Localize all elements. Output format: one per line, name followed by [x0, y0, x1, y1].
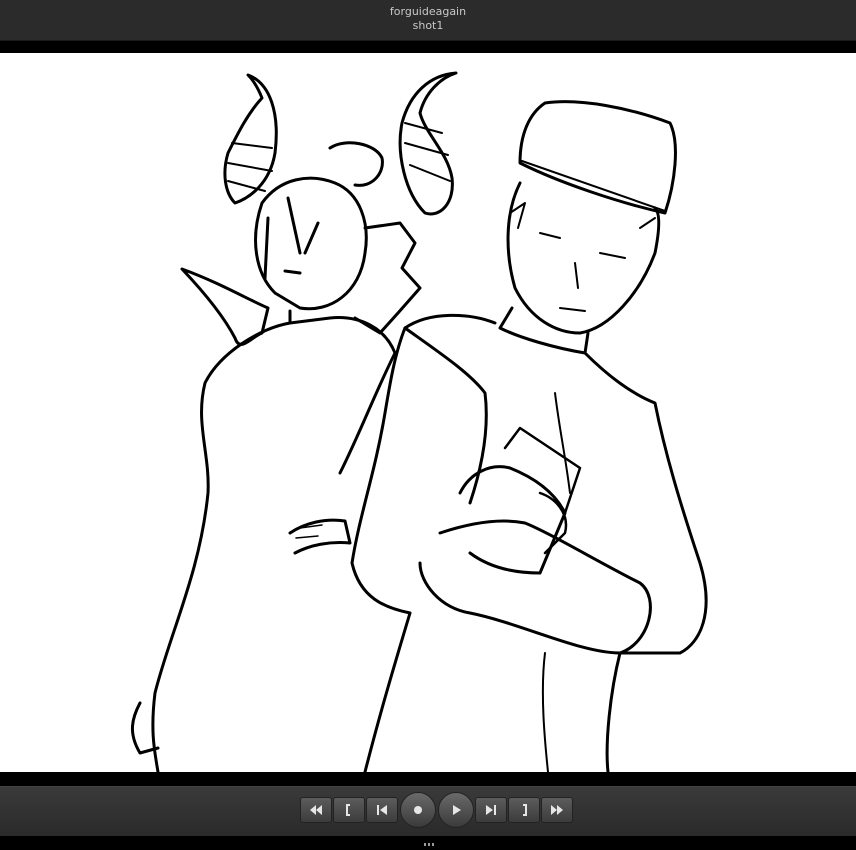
rewind-icon: [310, 805, 322, 815]
right-figure: [350, 100, 708, 772]
preview-viewport[interactable]: [0, 53, 856, 772]
window-title: forguideagain: [389, 5, 467, 18]
left-figure: [131, 71, 458, 772]
fast-forward-icon: [551, 805, 563, 815]
record-button[interactable]: [400, 792, 436, 828]
record-icon: [414, 806, 422, 814]
fast-forward-button[interactable]: [541, 797, 573, 823]
sketch-illustration: [131, 71, 708, 772]
previous-frame-button[interactable]: [366, 797, 398, 823]
play-button[interactable]: [438, 792, 474, 828]
bracket-left-icon: [346, 804, 350, 816]
step-forward-icon: [486, 805, 496, 815]
resize-grip-icon[interactable]: [424, 831, 436, 846]
bracket-right-icon: [523, 804, 527, 816]
rewind-button[interactable]: [300, 797, 332, 823]
mark-in-button[interactable]: [333, 797, 365, 823]
step-back-icon: [377, 805, 387, 815]
next-frame-button[interactable]: [475, 797, 507, 823]
play-icon: [453, 805, 461, 815]
shot-name: shot1: [412, 19, 444, 32]
playback-toolbar: [0, 786, 856, 846]
mark-out-button[interactable]: [508, 797, 540, 823]
title-bar: forguideagain shot1: [0, 0, 856, 41]
